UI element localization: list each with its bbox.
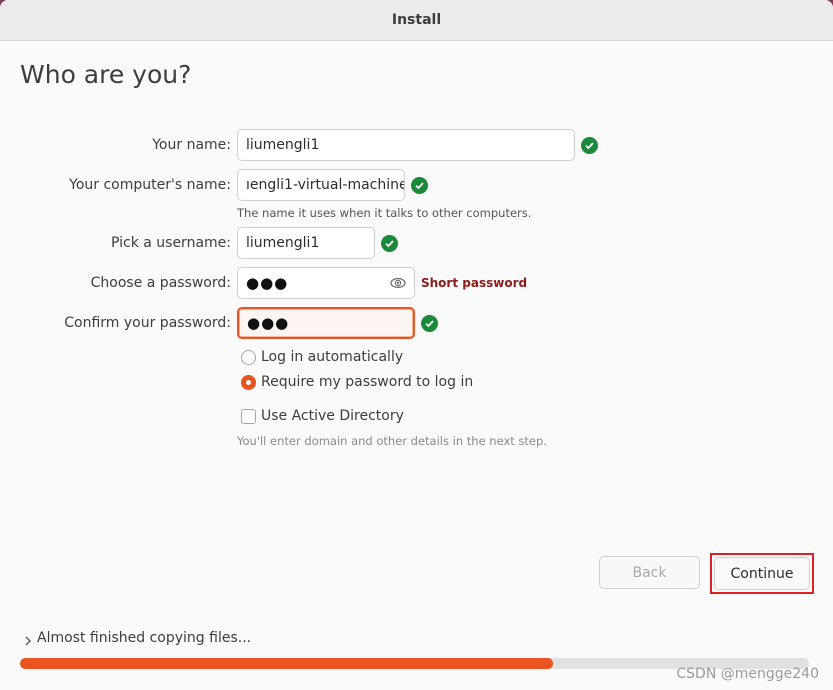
installer-window: Install Who are you? Your name: liumengl…	[0, 0, 833, 690]
active-directory-checkbox[interactable]	[241, 409, 256, 424]
password-input[interactable]: ●●●	[237, 267, 415, 299]
watermark: CSDN @mengge240	[676, 666, 819, 682]
require-password-label[interactable]: Require my password to log in	[261, 374, 473, 390]
username-input[interactable]: liumengli1	[237, 227, 375, 259]
name-input[interactable]: liumengli1	[237, 129, 575, 161]
confirm-password-check-icon	[421, 315, 438, 332]
computer-name-value: ıengli1-virtual-machine	[246, 177, 405, 193]
username-label: Pick a username:	[110, 235, 231, 251]
login-automatically-label[interactable]: Log in automatically	[261, 349, 403, 365]
title-bar: Install	[0, 0, 833, 41]
form-area: Your name: liumengli1 Your computer's na…	[0, 107, 833, 690]
chevron-right-icon[interactable]	[24, 635, 32, 649]
name-input-value: liumengli1	[246, 137, 320, 153]
continue-button[interactable]: Continue	[714, 557, 810, 590]
eye-icon[interactable]	[390, 276, 406, 294]
name-check-icon	[581, 137, 598, 154]
page-title: Who are you?	[20, 59, 192, 89]
computer-name-input[interactable]: ıengli1-virtual-machine	[237, 169, 405, 201]
password-value: ●●●	[246, 274, 289, 292]
confirm-password-label: Confirm your password:	[64, 315, 231, 331]
login-automatically-radio[interactable]	[241, 350, 256, 365]
require-password-radio[interactable]	[241, 375, 256, 390]
confirm-password-value: ●●●	[247, 314, 290, 332]
password-strength-warning: Short password	[421, 276, 528, 290]
username-check-icon	[381, 235, 398, 252]
password-label: Choose a password:	[90, 275, 231, 291]
back-button[interactable]: Back	[599, 556, 700, 589]
name-label: Your name:	[152, 137, 231, 153]
computer-name-check-icon	[411, 177, 428, 194]
active-directory-label[interactable]: Use Active Directory	[261, 408, 404, 424]
computer-name-hint: The name it uses when it talks to other …	[237, 206, 532, 220]
confirm-password-input[interactable]: ●●●	[237, 307, 415, 339]
username-value: liumengli1	[246, 235, 320, 251]
window-title: Install	[391, 12, 442, 28]
progress-bar-fill	[20, 658, 553, 669]
computer-name-label: Your computer's name:	[69, 177, 231, 193]
active-directory-hint: You'll enter domain and other details in…	[237, 434, 547, 448]
page-header: Who are you?	[0, 41, 833, 108]
progress-status-label[interactable]: Almost finished copying files...	[37, 630, 251, 646]
